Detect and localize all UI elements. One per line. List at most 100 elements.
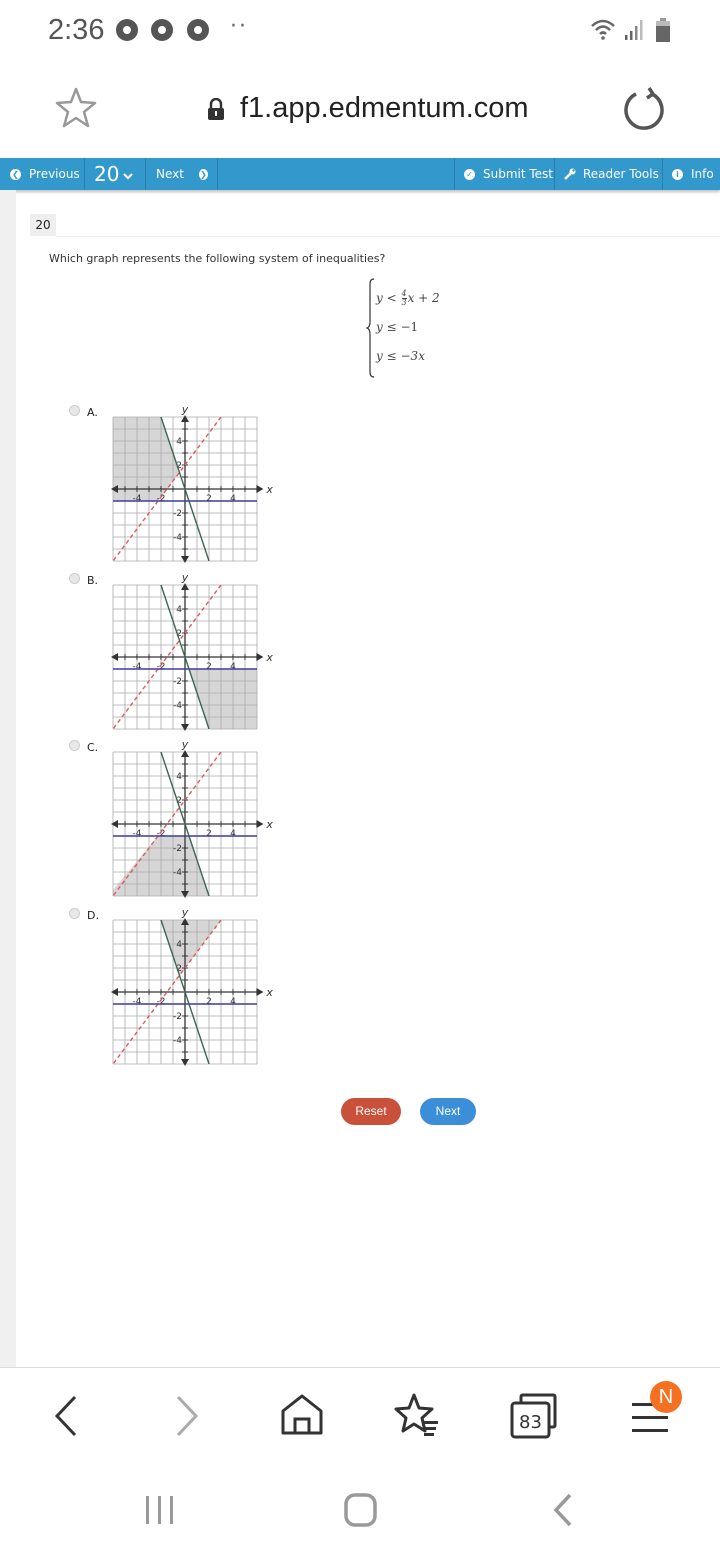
x-axis-label: x	[265, 818, 273, 831]
question-number-badge: 20	[30, 214, 56, 236]
eq2-op: ≤	[386, 320, 397, 334]
y-tick-label: -4	[173, 868, 182, 878]
x-tick-label: 2	[206, 494, 212, 504]
more-notifications-indicator: ··	[230, 14, 248, 39]
y-axis-label: y	[181, 906, 189, 919]
toolbar-divider	[662, 158, 663, 190]
previous-label: Previous	[29, 167, 80, 181]
lock-icon	[208, 98, 224, 120]
check-circle-icon: ✓	[464, 168, 475, 180]
system-brace	[366, 278, 375, 378]
eq3-lhs: y	[376, 349, 383, 363]
reset-button[interactable]: Reset	[341, 1098, 401, 1125]
submit-test-label: Submit Test	[483, 167, 554, 181]
bookmarks-icon[interactable]	[394, 1391, 444, 1441]
previous-button[interactable]: ❮ Previous	[10, 158, 84, 190]
graph-option-a[interactable]: -4 -2 2 442-2-4xy	[99, 403, 279, 575]
option-letter: B.	[87, 574, 99, 587]
submit-test-button[interactable]: ✓ Submit Test	[464, 158, 554, 190]
x-tick-label: -4	[133, 662, 142, 672]
y-axis-label: y	[181, 738, 189, 751]
graph-option-c[interactable]: -4 -2 2 442-2-4xy	[99, 738, 279, 910]
x-tick-label: -2	[157, 997, 166, 1007]
chrome-icon	[151, 19, 173, 41]
toolbar-divider	[454, 158, 455, 190]
eq1-rhs: x + 2	[407, 291, 440, 305]
chrome-icon	[116, 19, 138, 41]
toolbar-divider	[84, 158, 85, 190]
reader-tools-label: Reader Tools	[583, 167, 659, 181]
y-tick-label: -4	[173, 701, 182, 711]
y-axis-label: y	[181, 403, 189, 416]
x-tick-label: -4	[133, 494, 142, 504]
inequality-3: y ≤ −3x	[376, 349, 425, 363]
system-back-icon[interactable]	[542, 1490, 582, 1530]
question-selector-value: 20	[94, 162, 120, 186]
info-button[interactable]: i Info	[672, 158, 720, 190]
next-label: Next	[156, 167, 184, 181]
x-axis-arrow-right	[256, 485, 264, 493]
x-tick-label: 2	[206, 662, 212, 672]
toolbar-next-button[interactable]: Next ❯	[156, 158, 216, 190]
x-axis-label: x	[265, 651, 273, 664]
option-radio[interactable]	[69, 908, 80, 919]
eq3-op: ≤	[386, 349, 397, 363]
y-axis-label: y	[181, 571, 189, 584]
page-divider	[0, 1367, 720, 1368]
x-tick-label: 4	[230, 662, 236, 672]
signal-icon	[625, 20, 643, 40]
home-icon[interactable]	[277, 1391, 327, 1441]
battery-icon	[656, 18, 670, 42]
y-tick-label: -2	[173, 509, 182, 519]
page-gutter	[0, 190, 16, 1368]
x-tick-label: -2	[157, 662, 166, 672]
toolbar-divider	[554, 158, 555, 190]
question-header-divider	[56, 236, 720, 237]
y-tick-label: -2	[173, 677, 182, 687]
option-letter: A.	[87, 406, 98, 419]
arrow-right-circle-icon: ❯	[198, 168, 208, 180]
x-axis-arrow-right	[256, 820, 264, 828]
chrome-icon	[187, 19, 209, 41]
y-tick-label: 4	[176, 940, 182, 950]
chevron-down-icon	[123, 173, 134, 180]
bookmark-star-icon[interactable]	[54, 86, 98, 130]
reload-icon[interactable]	[620, 86, 668, 134]
tabs-icon[interactable]: 83	[509, 1391, 559, 1441]
question-prompt: Which graph represents the following sys…	[49, 252, 386, 265]
url-text[interactable]: f1.app.edmentum.com	[240, 92, 529, 125]
eq1-fraction: 43	[401, 290, 407, 307]
graph-option-b[interactable]: -4 -2 2 442-2-4xy	[99, 571, 279, 743]
x-tick-label: 2	[206, 997, 212, 1007]
wrench-icon	[564, 168, 576, 180]
y-tick-label: -4	[173, 533, 182, 543]
next-button[interactable]: Next	[420, 1098, 476, 1125]
inequality-2: y ≤ −1	[376, 320, 418, 334]
recent-apps-icon[interactable]	[140, 1490, 180, 1530]
y-tick-label: 4	[176, 437, 182, 447]
x-axis-label: x	[265, 986, 273, 999]
back-icon[interactable]	[43, 1391, 93, 1441]
option-radio[interactable]	[69, 740, 80, 751]
tab-count: 83	[519, 1412, 542, 1433]
x-tick-label: -4	[133, 829, 142, 839]
info-circle-icon: i	[672, 168, 683, 180]
x-tick-label: 4	[230, 829, 236, 839]
option-radio[interactable]	[69, 573, 80, 584]
reader-tools-button[interactable]: Reader Tools	[564, 158, 662, 190]
status-time: 2:36	[48, 14, 105, 46]
y-tick-label: -4	[173, 1036, 182, 1046]
graph-option-d[interactable]: -4 -2 2 442-2-4xy	[99, 906, 279, 1078]
toolbar-divider	[145, 158, 146, 190]
y-tick-label: 4	[176, 772, 182, 782]
inequality-1: y < 43x + 2	[376, 290, 440, 307]
option-letter: D.	[87, 909, 99, 922]
forward-icon[interactable]	[160, 1391, 210, 1441]
toolbar-divider	[217, 158, 218, 190]
option-radio[interactable]	[69, 405, 80, 416]
menu-notification-badge: N	[650, 1381, 682, 1413]
info-label: Info	[691, 167, 714, 181]
wifi-icon	[591, 19, 615, 40]
question-selector-dropdown[interactable]: 20	[94, 158, 144, 190]
system-home-icon[interactable]	[340, 1490, 380, 1530]
